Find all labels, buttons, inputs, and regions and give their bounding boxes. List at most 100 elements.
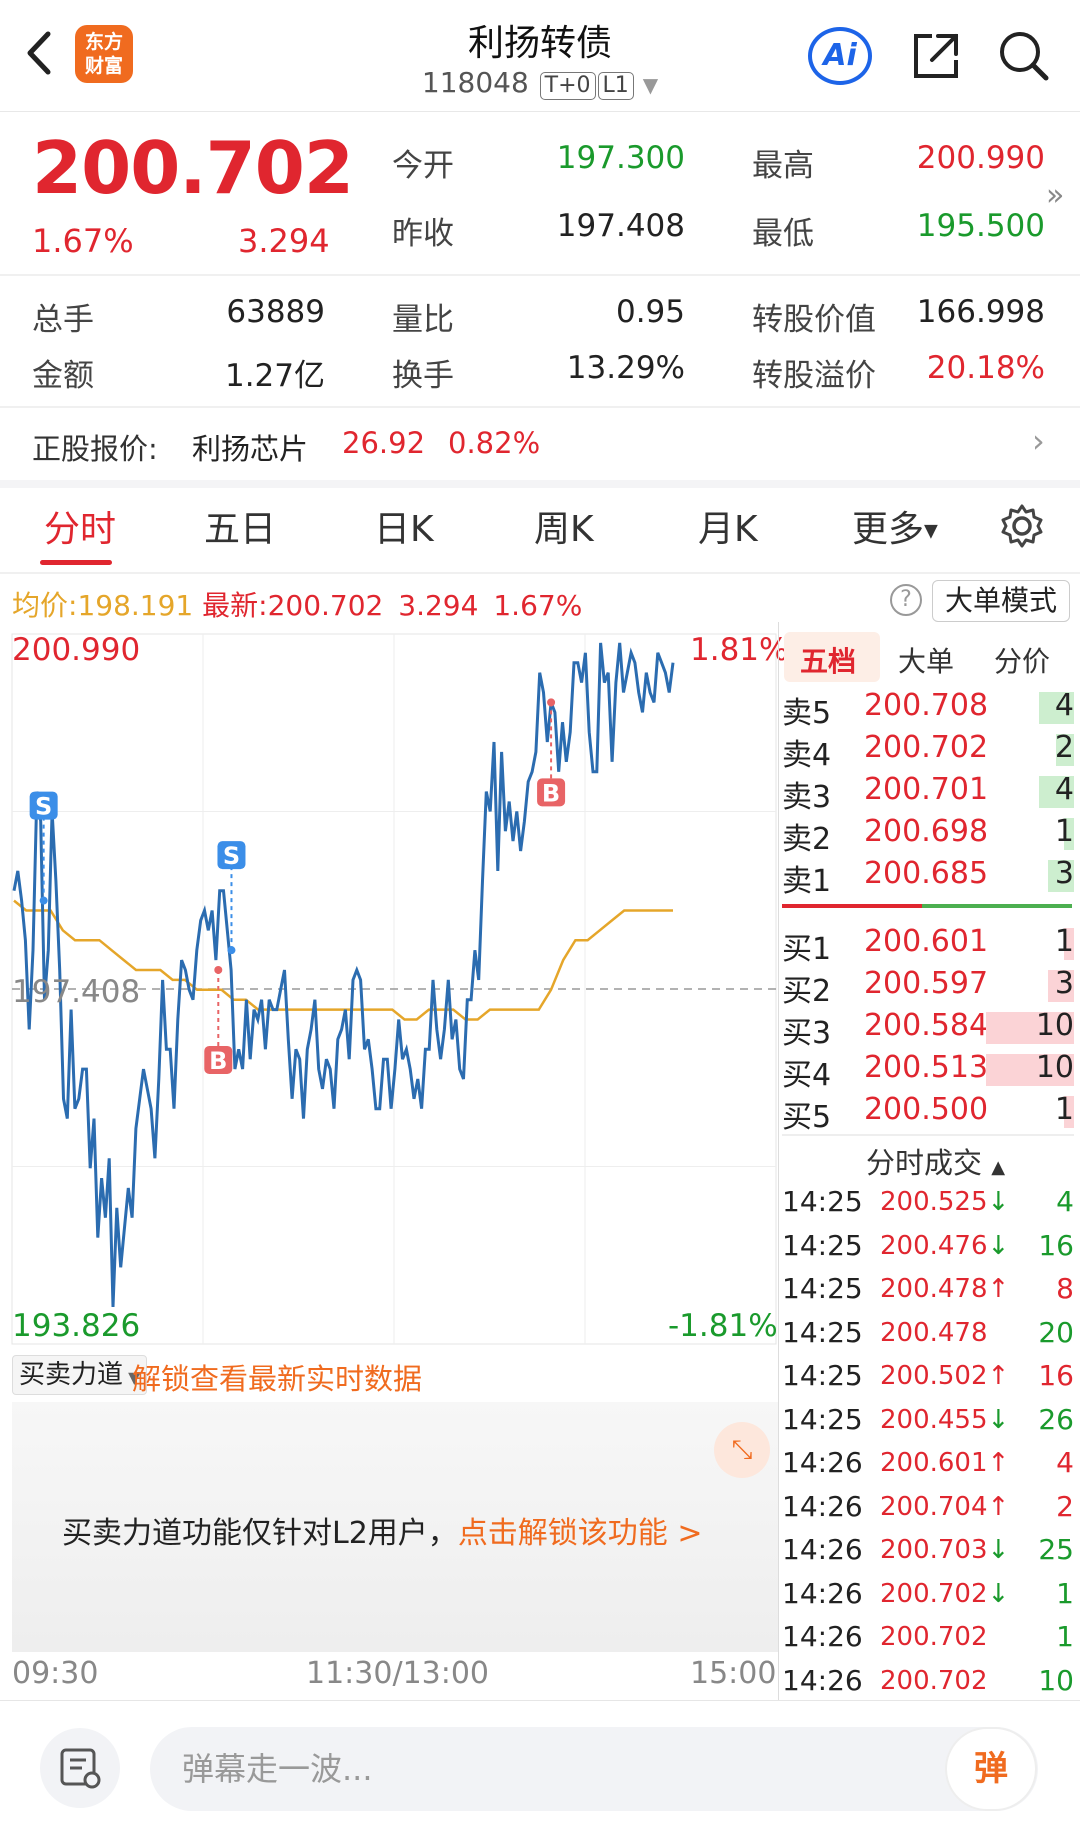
tick-row: 14:26 200.703↓ 25	[782, 1533, 1074, 1573]
tick-price-value: 200.502	[880, 1361, 988, 1391]
tick-row: 14:25 200.478↑ 8	[782, 1272, 1074, 1312]
intraday-info-line: 均价:198.191 最新:200.702 3.294 1.67%	[12, 584, 582, 624]
tick-direction-icon: ↓	[987, 1535, 1010, 1565]
bid-volume: 10	[1035, 1008, 1074, 1043]
settings-gear-icon[interactable]	[998, 502, 1046, 559]
dropdown-icon[interactable]: ▼	[643, 73, 658, 97]
tab-order-book[interactable]: 五档	[800, 640, 856, 680]
trade-marker-label: B	[209, 1047, 227, 1075]
ask-level-label: 卖5	[782, 696, 832, 731]
danmu-send-button[interactable]: 弹	[945, 1727, 1037, 1811]
open-value: 197.300	[556, 140, 685, 176]
bid-price: 200.584	[863, 1008, 989, 1043]
tick-price-value: 200.478	[880, 1274, 988, 1304]
bid-level-label: 买1	[782, 932, 832, 967]
search-icon[interactable]	[996, 28, 1052, 84]
bid-level-label: 买4	[782, 1058, 832, 1093]
tick-row: 14:25 200.455↓ 26	[782, 1403, 1074, 1443]
tab-weekly-k[interactable]: 周K	[534, 500, 594, 552]
ai-assistant-button[interactable]: Ai	[808, 27, 872, 85]
expand-icon[interactable]: ⤡	[714, 1422, 770, 1478]
tick-direction-icon: ↑	[987, 1491, 1010, 1522]
low-value: 195.500	[916, 208, 1045, 244]
tick-price: 200.601↑	[880, 1448, 1009, 1478]
tick-price-value: 200.702	[880, 1665, 988, 1696]
tick-price-value: 200.702	[880, 1578, 988, 1609]
ask-row: 卖1 200.685 3	[782, 856, 1074, 899]
tick-price: 200.525↓	[880, 1187, 1009, 1217]
high-value: 200.990	[916, 140, 1045, 176]
ask-price: 200.702	[863, 730, 989, 765]
tick-price: 200.704↑	[880, 1492, 1009, 1522]
tick-row: 14:26 200.702 1	[782, 1620, 1074, 1660]
trade-marker-label: S	[223, 842, 240, 870]
security-code: 118048	[421, 66, 529, 99]
tick-row: 14:25 200.525↓ 4	[782, 1185, 1074, 1225]
tick-price-value: 200.601	[880, 1448, 988, 1478]
stock-label: 正股报价:	[32, 432, 158, 466]
tab-monthly-k[interactable]: 月K	[698, 500, 758, 552]
indicator-selector-label: 买卖力道	[19, 1360, 124, 1390]
unlock-realtime-link[interactable]: 解锁查看最新实时数据	[132, 1356, 422, 1398]
ticks-title-label: 分时成交	[866, 1146, 983, 1180]
danmu-settings-icon[interactable]	[40, 1728, 120, 1808]
l2-unlock-link[interactable]: 点击解锁该功能 >	[458, 1516, 703, 1551]
ask-volume: 4	[1054, 772, 1074, 807]
l2-notice-text: 买卖力道功能仅针对L2用户，	[62, 1516, 458, 1551]
bigorder-mode-button[interactable]: 大单模式	[932, 580, 1071, 622]
ask-level-label: 卖3	[782, 780, 832, 815]
tick-volume: 10	[1038, 1663, 1074, 1697]
help-icon[interactable]: ?	[890, 584, 922, 616]
y-mid-label: 197.408	[12, 974, 141, 1010]
low-label: 最低	[752, 216, 814, 252]
time-start-label: 09:30	[12, 1656, 99, 1691]
tick-price-value: 200.476	[880, 1230, 988, 1261]
volume-label: 总手	[32, 302, 94, 338]
tick-price: 200.702↓	[880, 1579, 1009, 1609]
tick-volume: 4	[1056, 1185, 1074, 1218]
ask-row: 卖3 200.701 4	[782, 772, 1074, 815]
underlying-stock-row[interactable]: 正股报价: 利扬芯片 26.92 0.82% ›	[0, 408, 1080, 480]
high-label: 最高	[752, 148, 814, 184]
force-panel: ⤡ 买卖力道功能仅针对L2用户，点击解锁该功能 >	[12, 1402, 778, 1652]
expand-chevron-icon[interactable]: »	[1046, 178, 1064, 213]
bid-price: 200.597	[863, 966, 989, 1001]
y-bottom-label: 193.826	[12, 1308, 141, 1344]
tab-daily-k[interactable]: 日K	[374, 500, 434, 552]
turnover-label: 换手	[392, 358, 454, 394]
tab-price-distribution[interactable]: 分价	[994, 640, 1050, 680]
ask-volume: 4	[1054, 688, 1074, 723]
tab-more[interactable]: 更多▼	[852, 500, 938, 552]
indicator-selector[interactable]: 买卖力道 ▼	[12, 1355, 148, 1395]
intraday-chart[interactable]: S S B B 200.990 197.408 193.826 1.81% -1.81…	[0, 622, 788, 1352]
tick-price-value: 200.704	[880, 1491, 988, 1522]
tick-row: 14:26 200.704↑ 2	[782, 1490, 1074, 1530]
ask-volume: 2	[1054, 730, 1074, 765]
ask-price: 200.701	[863, 772, 989, 807]
bid-level-label: 买3	[782, 1016, 832, 1051]
tick-volume: 1	[1056, 1576, 1074, 1610]
ticks-title[interactable]: 分时成交 ▲	[866, 1140, 1005, 1182]
volratio-label: 量比	[392, 302, 454, 338]
tick-time: 14:26	[782, 1446, 863, 1479]
tab-big-orders[interactable]: 大单	[898, 640, 954, 680]
caret-down-icon: ▼	[924, 520, 938, 542]
last-price: 200.702	[32, 126, 354, 210]
tab-five-day[interactable]: 五日	[204, 500, 276, 552]
active-tab-indicator	[40, 560, 112, 565]
y-top-label: 200.990	[12, 632, 141, 668]
ask-price: 200.698	[863, 814, 989, 849]
premium-label: 转股溢价	[752, 358, 876, 394]
trade-marker-label: S	[35, 793, 52, 821]
tick-price: 200.702	[880, 1666, 988, 1696]
tab-intraday[interactable]: 分时	[44, 500, 116, 552]
tick-price: 200.703↓	[880, 1535, 1009, 1565]
tick-direction-icon: ↓	[987, 1578, 1010, 1609]
latest-change: 3.294	[398, 589, 479, 622]
share-icon[interactable]	[908, 28, 964, 84]
amount-value: 1.27亿	[224, 358, 325, 394]
tick-time: 14:25	[782, 1315, 863, 1349]
caret-up-icon: ▲	[991, 1157, 1006, 1178]
panel-divider	[778, 622, 779, 1700]
danmu-input[interactable]: 弹幕走一波...	[150, 1727, 1038, 1811]
